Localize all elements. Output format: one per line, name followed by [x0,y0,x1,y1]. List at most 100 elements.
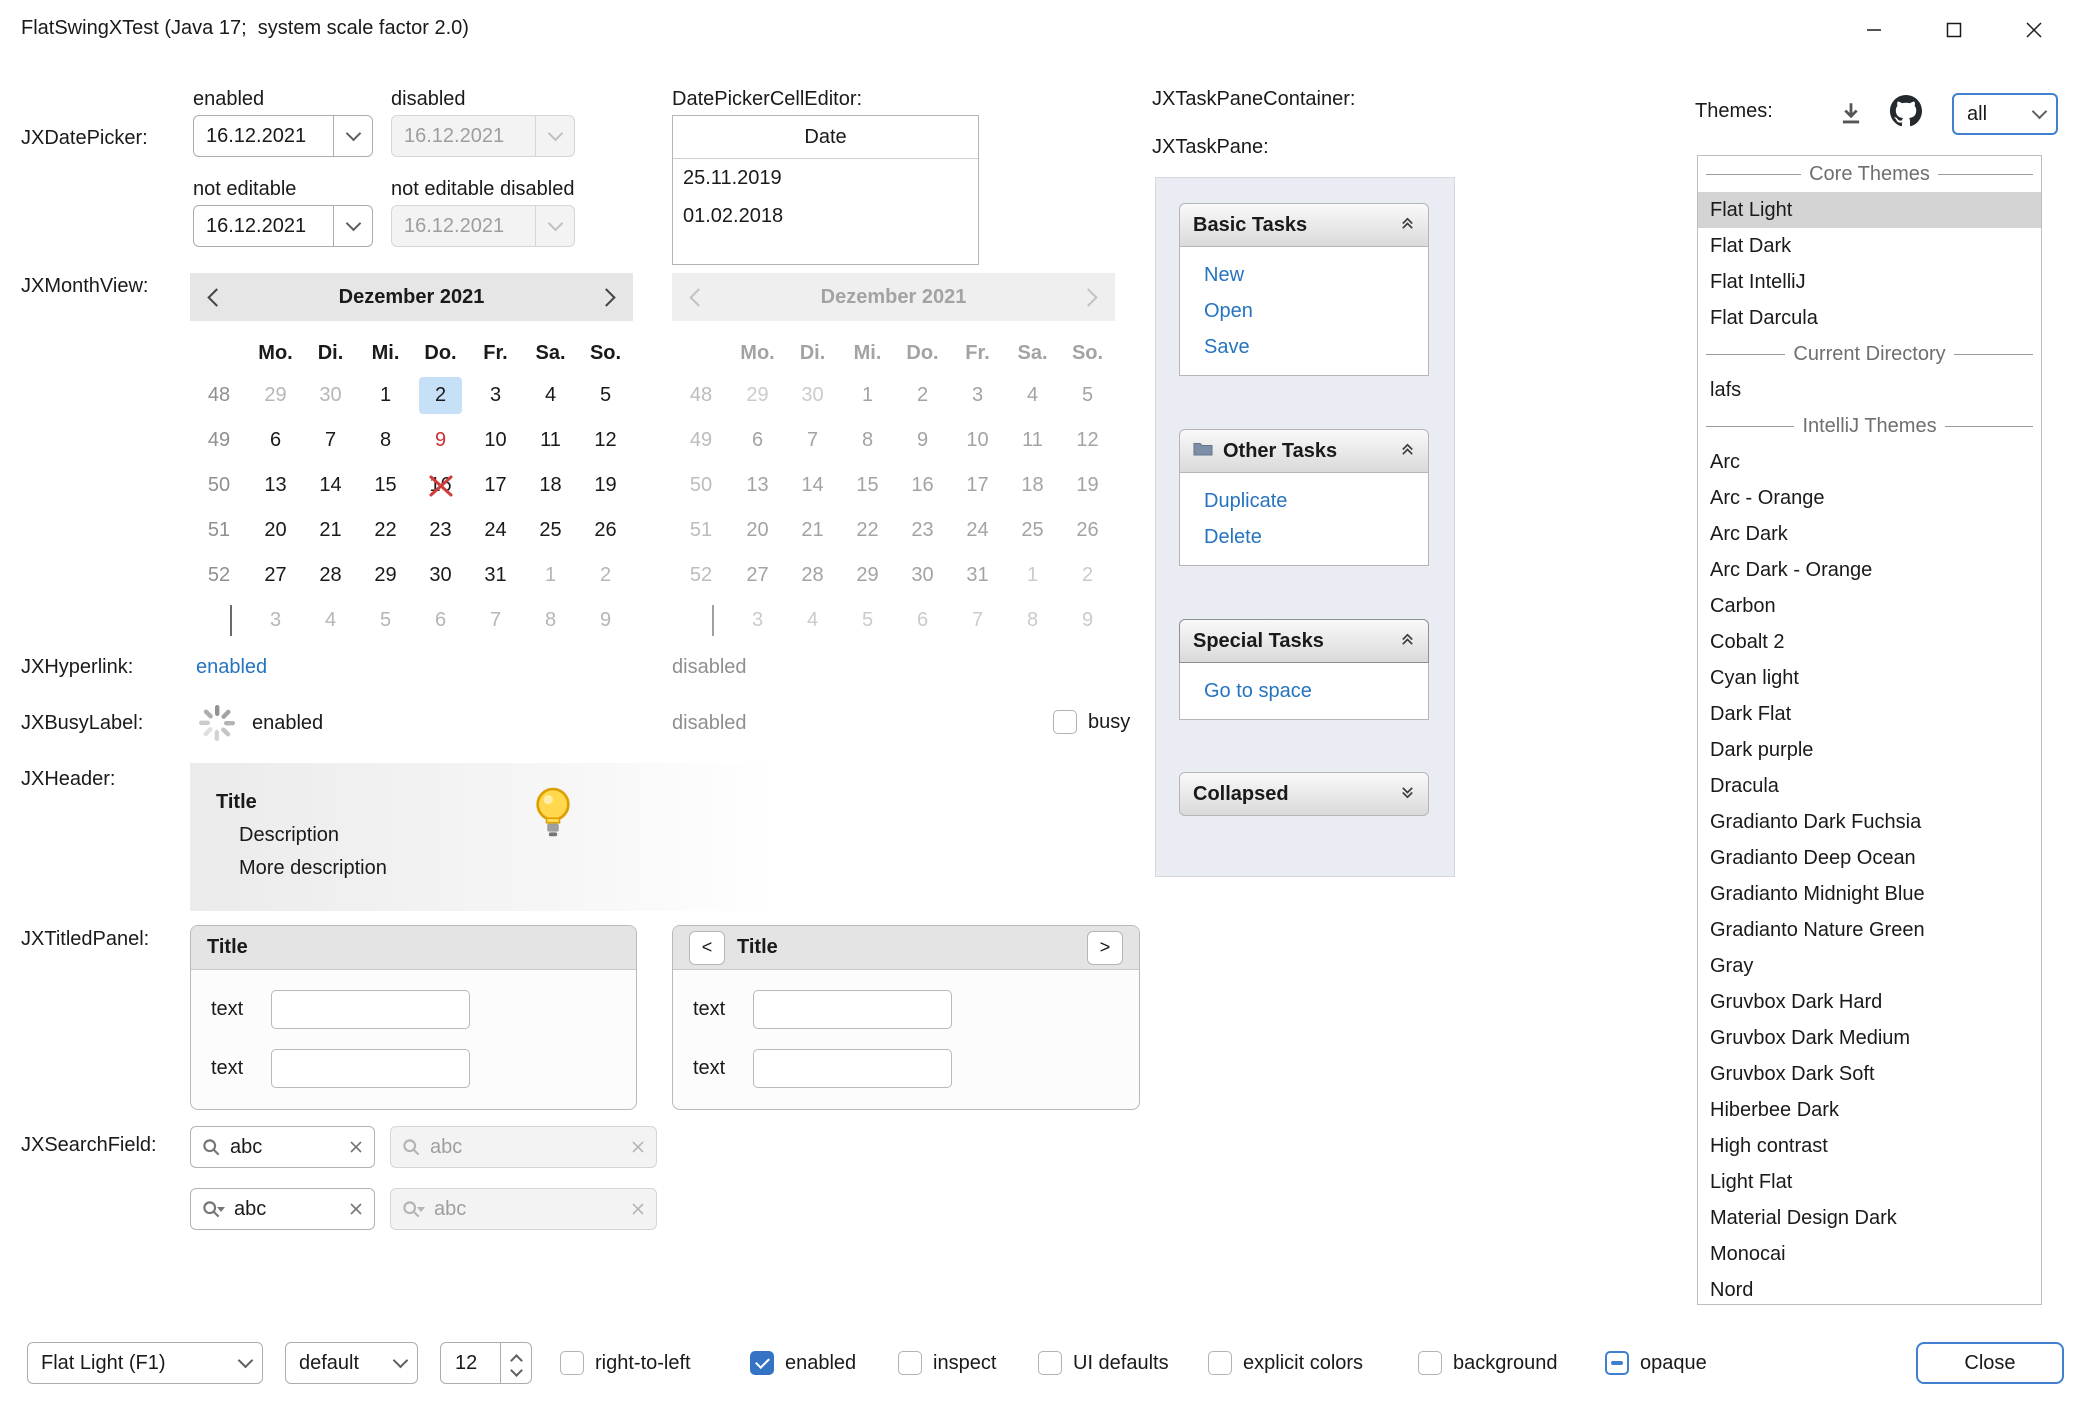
task-pane-title-bar[interactable]: Other Tasks [1179,429,1429,473]
font-size-spinner[interactable]: 12 [440,1342,532,1384]
theme-item[interactable]: Light Flat [1698,1164,2041,1200]
prev-button[interactable]: < [689,931,725,965]
calendar-day[interactable]: 10 [468,418,523,463]
calendar-day[interactable]: 30 [303,373,358,418]
theme-item[interactable]: Dark Flat [1698,696,2041,732]
theme-item[interactable]: Nord [1698,1272,2041,1305]
theme-item[interactable]: Flat Dark [1698,228,2041,264]
calendar-day[interactable]: 7 [468,598,523,643]
busy-checkbox-row[interactable]: busy [1053,701,1130,743]
ui-defaults-checkbox-row[interactable]: UI defaults [1038,1342,1169,1384]
calendar-day[interactable]: 5 [578,373,633,418]
calendar-day[interactable]: 8 [358,418,413,463]
date-picker-value[interactable]: 16.12.2021 [194,125,333,148]
calendar-day[interactable]: 25 [523,508,578,553]
github-icon[interactable] [1890,95,1922,133]
theme-item[interactable]: High contrast [1698,1128,2041,1164]
task-link[interactable]: New [1180,257,1428,293]
clear-icon[interactable] [349,1140,363,1154]
minimize-button[interactable] [1834,0,1914,60]
calendar-day[interactable]: 6 [248,418,303,463]
search-input[interactable]: abc [234,1198,340,1221]
calendar-day[interactable]: 22 [358,508,413,553]
calendar-day[interactable]: 27 [248,553,303,598]
theme-item[interactable]: Gray [1698,948,2041,984]
calendar-day[interactable]: 1 [358,373,413,418]
next-month-icon[interactable] [597,288,615,306]
task-pane-title-bar[interactable]: Special Tasks [1179,619,1429,663]
right-to-left-checkbox-row[interactable]: right-to-left [560,1342,691,1384]
theme-item[interactable]: Gruvbox Dark Hard [1698,984,2041,1020]
spinner-buttons[interactable] [500,1343,531,1383]
explicit-colors-checkbox-row[interactable]: explicit colors [1208,1342,1363,1384]
task-link[interactable]: Open [1180,293,1428,329]
enabled-checkbox-row[interactable]: enabled [750,1342,856,1384]
task-pane-title-bar[interactable]: Basic Tasks [1179,203,1429,247]
table-row[interactable]: 01.02.2018 [673,197,978,235]
theme-item[interactable]: Dark purple [1698,732,2041,768]
calendar-day[interactable]: 5 [358,598,413,643]
search-input[interactable]: abc [230,1136,340,1159]
calendar-day[interactable]: 4 [303,598,358,643]
next-button[interactable]: > [1087,931,1123,965]
date-picker-dropdown-button[interactable] [333,206,372,246]
enabled-checkbox[interactable] [750,1351,774,1375]
busy-checkbox[interactable] [1053,710,1077,734]
inspect-checkbox[interactable] [898,1351,922,1375]
themes-filter-combo[interactable]: all [1952,93,2058,135]
calendar-day[interactable]: 30 [413,553,468,598]
search-field-menu-enabled[interactable]: abc [190,1188,375,1230]
clear-icon[interactable] [349,1202,363,1216]
date-picker-not-editable[interactable]: 16.12.2021 [193,205,373,247]
theme-item[interactable]: Flat Light [1698,192,2041,228]
calendar-day[interactable]: 11 [523,418,578,463]
calendar-day[interactable]: 4 [523,373,578,418]
close-window-button[interactable] [1994,0,2074,60]
theme-item[interactable]: Arc [1698,444,2041,480]
date-picker-value[interactable]: 16.12.2021 [194,215,333,238]
text-field[interactable] [753,1049,952,1088]
theme-item[interactable]: Gradianto Midnight Blue [1698,876,2041,912]
calendar-day[interactable]: 9 [578,598,633,643]
collapse-chevron-up-icon[interactable] [1400,214,1415,237]
font-combo[interactable]: default [285,1342,418,1384]
hyperlink-enabled[interactable]: enabled [196,656,267,679]
theme-item[interactable]: Flat IntelliJ [1698,264,2041,300]
right-to-left-checkbox[interactable] [560,1351,584,1375]
calendar-day[interactable]: 19 [578,463,633,508]
search-field-enabled[interactable]: abc [190,1126,375,1168]
inspect-checkbox-row[interactable]: inspect [898,1342,996,1384]
text-field[interactable] [753,990,952,1029]
calendar-day[interactable]: 17 [468,463,523,508]
task-link[interactable]: Save [1180,329,1428,365]
calendar-day[interactable]: 12 [578,418,633,463]
theme-item[interactable]: Dracula [1698,768,2041,804]
calendar-day[interactable]: 2 [578,553,633,598]
calendar-day[interactable]: 9 [413,418,468,463]
theme-item[interactable]: Cyan light [1698,660,2041,696]
calendar-day[interactable]: 24 [468,508,523,553]
theme-item[interactable]: Arc - Orange [1698,480,2041,516]
background-checkbox-row[interactable]: background [1418,1342,1558,1384]
theme-item[interactable]: Cobalt 2 [1698,624,2041,660]
task-link[interactable]: Go to space [1180,673,1428,709]
download-icon[interactable] [1838,100,1864,132]
calendar-day[interactable]: 13 [248,463,303,508]
calendar-day[interactable]: 6 [413,598,468,643]
text-field[interactable] [271,1049,470,1088]
explicit-colors-checkbox[interactable] [1208,1351,1232,1375]
text-field[interactable] [271,990,470,1029]
theme-item[interactable]: lafs [1698,372,2041,408]
close-button[interactable]: Close [1916,1342,2064,1384]
calendar-day[interactable]: 31 [468,553,523,598]
calendar-day[interactable]: 21 [303,508,358,553]
search-menu-icon[interactable] [202,1200,225,1219]
calendar-day[interactable]: 14 [303,463,358,508]
theme-item[interactable]: Arc Dark [1698,516,2041,552]
date-picker-enabled[interactable]: 16.12.2021 [193,115,373,157]
theme-item[interactable]: Gruvbox Dark Soft [1698,1056,2041,1092]
calendar-day[interactable]: 18 [523,463,578,508]
calendar-day[interactable]: 23 [413,508,468,553]
theme-item[interactable]: Carbon [1698,588,2041,624]
calendar-day[interactable]: 3 [248,598,303,643]
